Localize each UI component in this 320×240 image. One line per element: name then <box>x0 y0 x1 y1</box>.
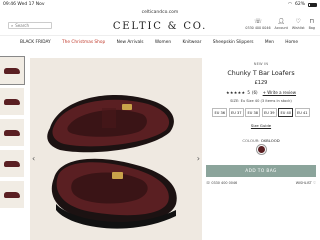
phone-link[interactable]: ☏ 0330 400 0046 <box>245 18 271 31</box>
phone-icon: ☏ <box>254 18 262 25</box>
size-option[interactable]: EU 39 <box>261 108 277 117</box>
main-product-image[interactable]: ‹ › <box>30 58 202 240</box>
url-text: celticandco.com <box>141 10 179 15</box>
call-number: 0330 400 0046 <box>211 181 238 185</box>
product-thumbnail[interactable] <box>0 181 24 208</box>
nav-item-black-friday[interactable]: BLACK FRIDAY <box>20 40 51 45</box>
header-actions: ☏ 0330 400 0046 👤︎ Account ♡ Wishlist ⊓ … <box>245 18 315 31</box>
loafers-photo <box>47 95 177 229</box>
product-thumbnail[interactable] <box>0 88 24 115</box>
nav-item-men[interactable]: Men <box>265 40 274 45</box>
shoe-thumbnail-image <box>4 129 20 136</box>
size-guide-link[interactable]: Size Guide <box>202 123 320 128</box>
wishlist-button[interactable]: WISHLIST ♡ <box>296 181 316 185</box>
size-option[interactable]: EU 37 <box>228 108 244 117</box>
bag-link[interactable]: ⊓ Bag <box>308 18 315 31</box>
write-review-link[interactable]: + Write a review <box>263 90 296 95</box>
lower-loafer <box>51 158 177 229</box>
thumbnail-strip <box>0 56 26 212</box>
upper-loafer <box>47 95 174 153</box>
heart-icon: ♡ <box>312 181 316 185</box>
url-bar[interactable]: celticandco.com <box>0 9 320 16</box>
new-in-badge: NEW IN <box>253 62 269 66</box>
site-header: ⌕ Search CELTIC & CO. ☏ 0330 400 0046 👤︎… <box>0 16 320 36</box>
account-link[interactable]: 👤︎ Account <box>274 18 288 31</box>
shoe-thumbnail-image <box>4 98 20 105</box>
wishlist-label: Wishlist <box>291 26 305 30</box>
call-link[interactable]: ☏ 0330 400 0046 <box>206 181 237 185</box>
bag-label: Bag <box>308 26 315 30</box>
add-to-bag-button[interactable]: ADD TO BAG <box>206 165 316 177</box>
previous-image-arrow[interactable]: ‹ <box>32 154 35 163</box>
review-count[interactable]: (6) <box>252 90 258 95</box>
main-nav: BLACK FRIDAY The Christmas Shop New Arri… <box>0 37 320 47</box>
wifi-icon: ◠ <box>288 2 292 7</box>
nav-item-christmas-shop[interactable]: The Christmas Shop <box>62 40 105 45</box>
product-details: NEW IN Chunky T Bar Loafers £129 ★★★★★ 5… <box>202 58 320 240</box>
shoe-thumbnail-image <box>4 160 20 167</box>
next-image-arrow[interactable]: › <box>197 154 200 163</box>
phone-number: 0330 400 0046 <box>245 26 271 30</box>
nav-item-women[interactable]: Women <box>155 40 171 45</box>
contact-row: ☏ 0330 400 0046 WISHLIST ♡ <box>202 181 320 185</box>
product-title: Chunky T Bar Loafers <box>227 70 295 77</box>
shoe-thumbnail-image <box>4 67 20 74</box>
star-rating-icon: ★★★★★ <box>225 90 246 95</box>
colour-value: OXBLOOD <box>260 138 280 143</box>
product-thumbnail[interactable] <box>0 119 24 146</box>
wishlist-link[interactable]: ♡ Wishlist <box>291 18 305 31</box>
size-option-selected[interactable]: EU 40 <box>278 108 294 117</box>
product-thumbnail[interactable] <box>0 150 24 177</box>
battery-percent: 62% <box>294 2 305 7</box>
nav-item-knitwear[interactable]: Knitwear <box>182 40 201 45</box>
phone-icon: ☏ <box>206 181 211 185</box>
size-option[interactable]: EU 41 <box>294 108 310 117</box>
wishlist-text: WISHLIST <box>295 181 312 185</box>
size-selector: EU 36 EU 37 EU 38 EU 39 EU 40 EU 41 <box>202 108 320 117</box>
status-time: 09:46 <box>3 2 16 7</box>
status-bar: 09:46 Wed 17 Nov ◠ 62% <box>0 0 320 9</box>
heart-icon: ♡ <box>295 18 301 25</box>
account-label: Account <box>274 26 288 30</box>
rating-row: ★★★★★ 5 (6) + Write a review <box>202 90 320 95</box>
nav-item-new-arrivals[interactable]: New Arrivals <box>117 40 144 45</box>
nav-item-sheepskin-slippers[interactable]: Sheepskin Slippers <box>213 40 254 45</box>
product-price: £129 <box>254 80 268 86</box>
colour-label: COLOUR: <box>242 138 260 143</box>
nav-item-home[interactable]: Home <box>285 40 298 45</box>
product-thumbnail[interactable] <box>0 56 25 85</box>
size-option[interactable]: EU 38 <box>245 108 261 117</box>
size-option[interactable]: EU 36 <box>212 108 228 117</box>
battery-icon <box>308 2 317 7</box>
account-icon: 👤︎ <box>277 18 286 25</box>
rating-value: 5 <box>247 90 250 95</box>
bag-icon: ⊓ <box>309 18 315 25</box>
colour-swatch-oxblood[interactable] <box>255 144 267 155</box>
status-date: Wed 17 Nov <box>17 2 45 7</box>
shoe-thumbnail-image <box>4 191 20 198</box>
size-stock-note: SIZE: Eu Size 40 (3 items in stock) <box>230 99 292 103</box>
colour-line: COLOUR: OXBLOOD <box>202 138 320 143</box>
